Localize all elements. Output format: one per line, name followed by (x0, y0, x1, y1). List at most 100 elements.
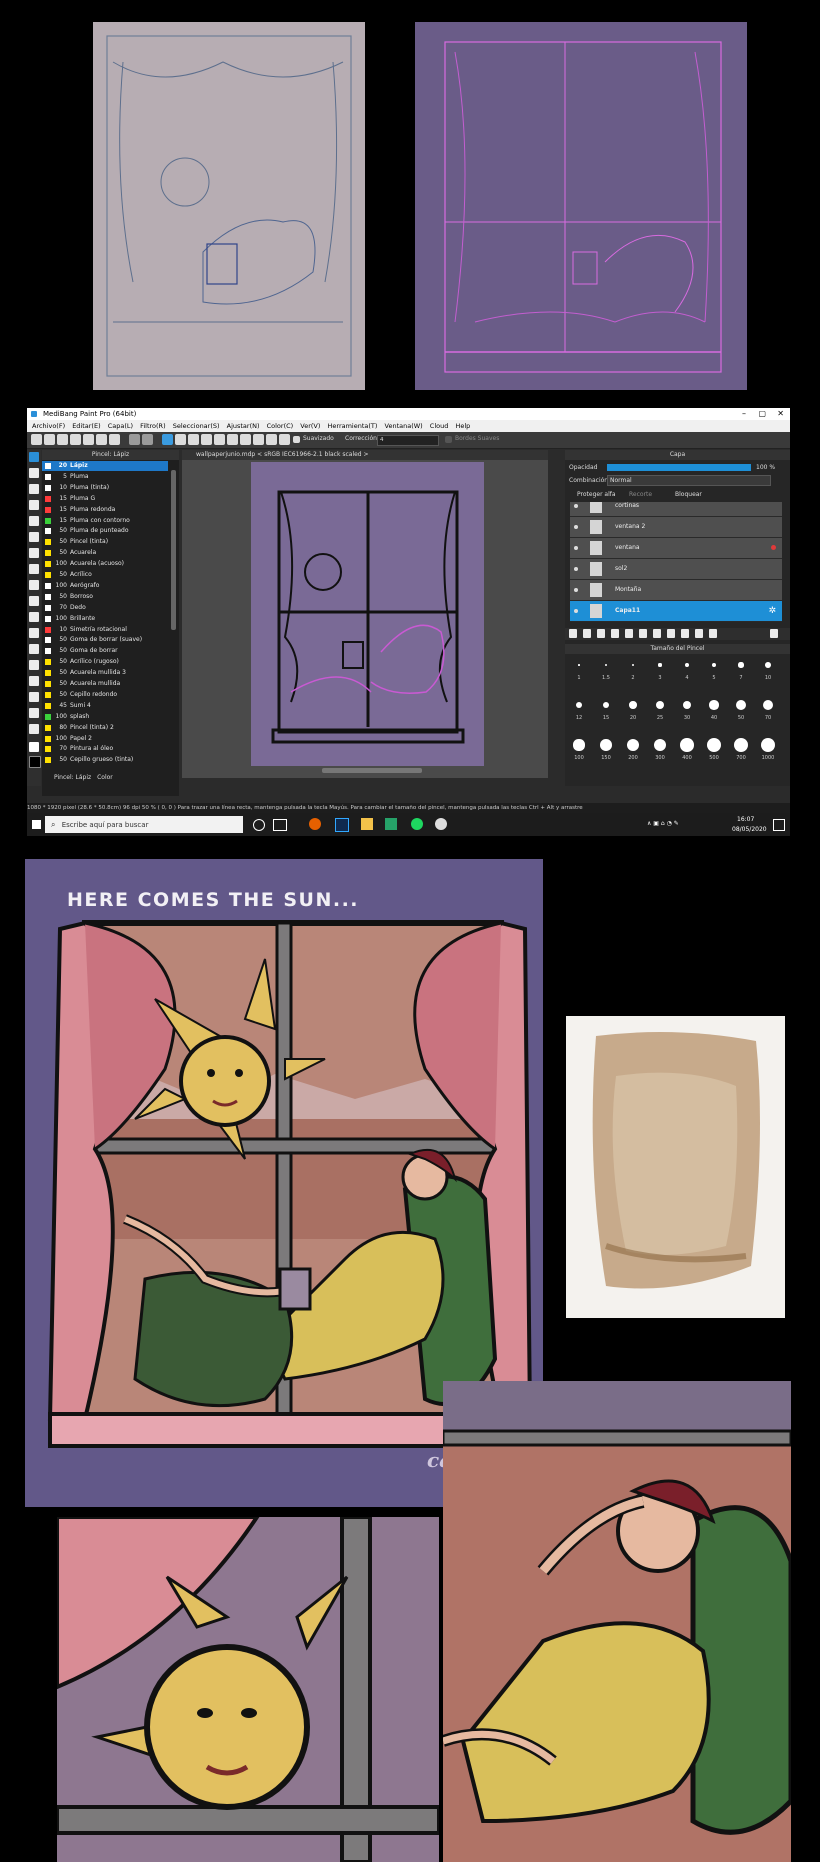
print-icon[interactable] (96, 434, 107, 445)
brush-size-option[interactable]: 7 (730, 657, 752, 681)
bucket-tool-icon[interactable] (29, 564, 39, 574)
windows-start-icon[interactable] (32, 820, 41, 829)
menu-cloud[interactable]: Cloud (430, 422, 449, 430)
tray-icons[interactable]: ∧ ▣ ⌂ ◔ ✎ (647, 820, 679, 827)
medibang-taskbar-icon[interactable] (385, 818, 397, 830)
clock-date[interactable]: 08/05/2020 (732, 826, 767, 833)
menu-ver[interactable]: Ver(V) (300, 422, 320, 430)
clip-checkbox[interactable]: Recorte (629, 491, 652, 498)
eraser-tool-icon[interactable] (29, 468, 39, 478)
brush-list-item[interactable]: 100 Brillante (42, 614, 168, 624)
canvas-horizontal-scrollbar[interactable] (322, 768, 422, 773)
magic-wand-icon[interactable] (29, 612, 39, 622)
file-explorer-icon[interactable] (361, 818, 373, 830)
close-button[interactable]: ✕ (777, 408, 784, 420)
layer-settings-icon[interactable]: ✲ (768, 606, 776, 616)
circle-snap-icon[interactable] (227, 434, 238, 445)
visibility-eye-icon[interactable] (574, 588, 578, 592)
duplicate-layer-icon[interactable] (611, 629, 619, 638)
tab-color[interactable]: Color (97, 774, 113, 781)
divide-tool-icon[interactable] (29, 660, 39, 670)
brush-size-option[interactable]: 40 (703, 697, 725, 721)
brush-list-item[interactable]: 70 Dedo (42, 603, 168, 613)
menu-capa[interactable]: Capa(L) (108, 422, 133, 430)
taskbar-search-box[interactable]: ⌕ Escribe aquí para buscar (45, 816, 243, 833)
brush-list-item[interactable]: 50 Cepillo redondo (42, 690, 168, 700)
drawing-canvas[interactable] (251, 462, 484, 766)
curve-snap-icon[interactable] (240, 434, 251, 445)
task-view-icon[interactable] (273, 819, 287, 831)
brush-size-option[interactable]: 5 (703, 657, 725, 681)
brush-size-option[interactable]: 1 (568, 657, 590, 681)
brush-list-item[interactable]: 15 Pluma redonda (42, 505, 168, 515)
brush-list-item[interactable]: 50 Goma de borrar (42, 646, 168, 656)
brush-size-option[interactable]: 1.5 (595, 657, 617, 681)
brush-size-option[interactable]: 10 (757, 657, 779, 681)
menu-filtro[interactable]: Filtro(R) (140, 422, 166, 430)
brush-list-item[interactable]: 50 Pincel (tinta) (42, 537, 168, 547)
foreground-color-swatch[interactable] (29, 742, 39, 752)
menu-help[interactable]: Help (455, 422, 470, 430)
visibility-eye-icon[interactable] (574, 504, 578, 508)
brush-list-item[interactable]: 10 Pluma (tinta) (42, 483, 168, 493)
new-folder-icon[interactable] (597, 629, 605, 638)
brush-list-item[interactable]: 50 Acuarela (42, 548, 168, 558)
settings-icon[interactable] (109, 434, 120, 445)
brush-list-scrollbar[interactable] (171, 470, 176, 630)
save-icon[interactable] (57, 434, 68, 445)
maximize-button[interactable]: ▢ (758, 408, 766, 420)
operation-tool-icon[interactable] (29, 692, 39, 702)
layer-row[interactable]: Montaña (570, 580, 782, 601)
brush-list-item[interactable]: 45 Sumi 4 (42, 701, 168, 711)
brush-size-option[interactable]: 15 (595, 697, 617, 721)
brush-list-item[interactable]: 100 splash (42, 712, 168, 722)
redo-icon[interactable] (142, 434, 153, 445)
brush-size-option[interactable]: 12 (568, 697, 590, 721)
brush-tool-icon[interactable] (29, 452, 39, 462)
menu-color[interactable]: Color(C) (267, 422, 294, 430)
brush-list-item[interactable]: 5 Pluma (42, 472, 168, 482)
brush-size-option[interactable]: 20 (622, 697, 644, 721)
delete-layer-icon[interactable] (770, 629, 778, 638)
soft-edges-checkbox[interactable] (445, 436, 452, 443)
undo-icon[interactable] (129, 434, 140, 445)
lock-checkbox[interactable]: Bloquear (675, 491, 702, 498)
menu-ventana[interactable]: Ventana(W) (385, 422, 423, 430)
layer-properties-icon[interactable] (681, 629, 689, 638)
brush-list-item[interactable]: 100 Papel 2 (42, 734, 168, 744)
eyedropper-icon[interactable] (29, 708, 39, 718)
parallel-snap-icon[interactable] (175, 434, 186, 445)
cortana-icon[interactable] (253, 819, 265, 831)
minimize-button[interactable]: – (742, 408, 746, 420)
clock-time[interactable]: 16:07 (737, 816, 754, 823)
new-file-icon[interactable] (31, 434, 42, 445)
brush-size-option[interactable]: 1000 (757, 737, 779, 761)
brush-list-item[interactable]: 20 Lápiz (42, 461, 168, 471)
layer-row[interactable]: ventana (570, 538, 782, 559)
document-tab[interactable]: wallpaperjunio.mdp < sRGB IEC61966-2.1 b… (182, 450, 548, 460)
select-tool-icon[interactable] (29, 580, 39, 590)
merge-down-icon[interactable] (625, 629, 633, 638)
canvas-vertical-scrollbar[interactable] (548, 462, 552, 762)
brush-list-item[interactable]: 50 Borroso (42, 592, 168, 602)
photoshop-icon[interactable] (335, 818, 349, 832)
protect-alpha-checkbox[interactable]: Proteger alfa (577, 491, 616, 498)
menu-ajustar[interactable]: Ajustar(N) (227, 422, 260, 430)
blend-select[interactable]: Normal (607, 475, 771, 486)
firefox-icon[interactable] (309, 818, 321, 830)
fill-tool-icon[interactable] (29, 500, 39, 510)
brush-list-item[interactable]: 10 Simetría rotacional (42, 625, 168, 635)
move-tool-icon[interactable] (29, 516, 39, 526)
opacity-slider[interactable] (607, 464, 751, 471)
cloud-layer-icon[interactable] (667, 629, 675, 638)
notification-icon[interactable] (773, 819, 785, 831)
hand-tool-icon[interactable] (29, 724, 39, 734)
new-layer-icon[interactable] (569, 629, 577, 638)
brush-size-option[interactable]: 2 (622, 657, 644, 681)
brush-list-item[interactable]: 15 Pluma con contorno (42, 516, 168, 526)
gradient-tool-icon[interactable] (29, 548, 39, 558)
brush-size-option[interactable]: 150 (595, 737, 617, 761)
select-eraser-icon[interactable] (29, 644, 39, 654)
smoothing-checkbox[interactable] (293, 436, 300, 443)
lasso-tool-icon[interactable] (29, 596, 39, 606)
